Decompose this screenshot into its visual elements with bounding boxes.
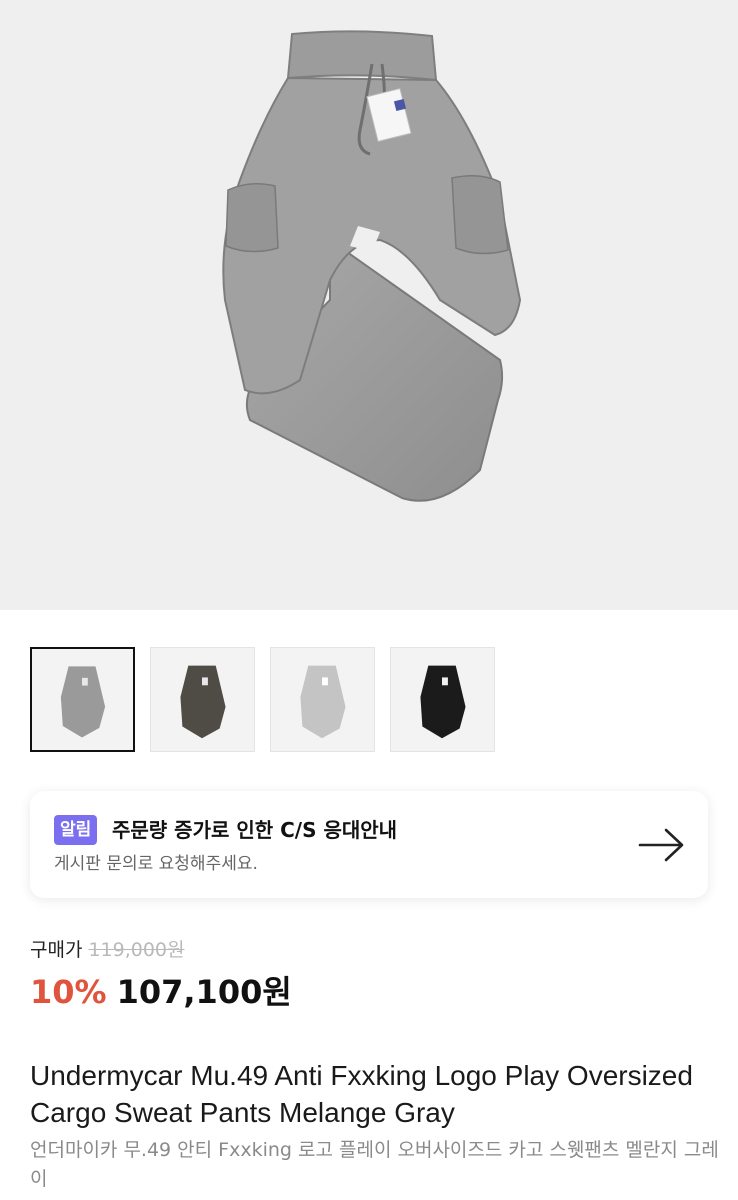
notice-subtitle: 게시판 문의로 요청해주세요.	[54, 854, 258, 874]
cs-notice-card[interactable]: 알림 주문량 증가로 인한 C/S 응대안내 게시판 문의로 요청해주세요.	[30, 791, 708, 898]
notice-badge: 알림	[54, 815, 98, 845]
discount-rate: 10%	[30, 973, 107, 1011]
thumb-charcoal[interactable]	[150, 647, 255, 752]
price-label: 구매가	[30, 939, 83, 961]
product-title-en: Undermycar Mu.49 Anti Fxxking Logo Play …	[30, 1060, 693, 1128]
sale-price-row: 10% 107,100원	[30, 970, 292, 1014]
sale-price: 107,100원	[116, 973, 292, 1011]
arrow-right-icon[interactable]	[638, 825, 686, 865]
thumb-light-gray[interactable]	[270, 647, 375, 752]
thumb-pants-icon	[60, 666, 106, 738]
product-title-ko: 언더마이카 무.49 안티 Fxxking 로고 플레이 오버사이즈드 카고 스…	[30, 1139, 719, 1190]
sweatpants-illustration	[222, 30, 522, 502]
original-price: 119,000원	[88, 939, 185, 961]
product-hero-image[interactable]	[0, 0, 738, 610]
thumb-pants-icon	[300, 665, 346, 739]
thumb-melange-gray[interactable]	[30, 647, 135, 752]
thumbnail-list	[30, 647, 495, 752]
thumb-pants-icon	[420, 665, 466, 739]
notice-title: 주문량 증가로 인한 C/S 응대안내	[112, 818, 398, 842]
price-label-row: 구매가 119,000원	[30, 937, 185, 963]
thumb-black[interactable]	[390, 647, 495, 752]
thumb-pants-icon	[180, 665, 226, 739]
